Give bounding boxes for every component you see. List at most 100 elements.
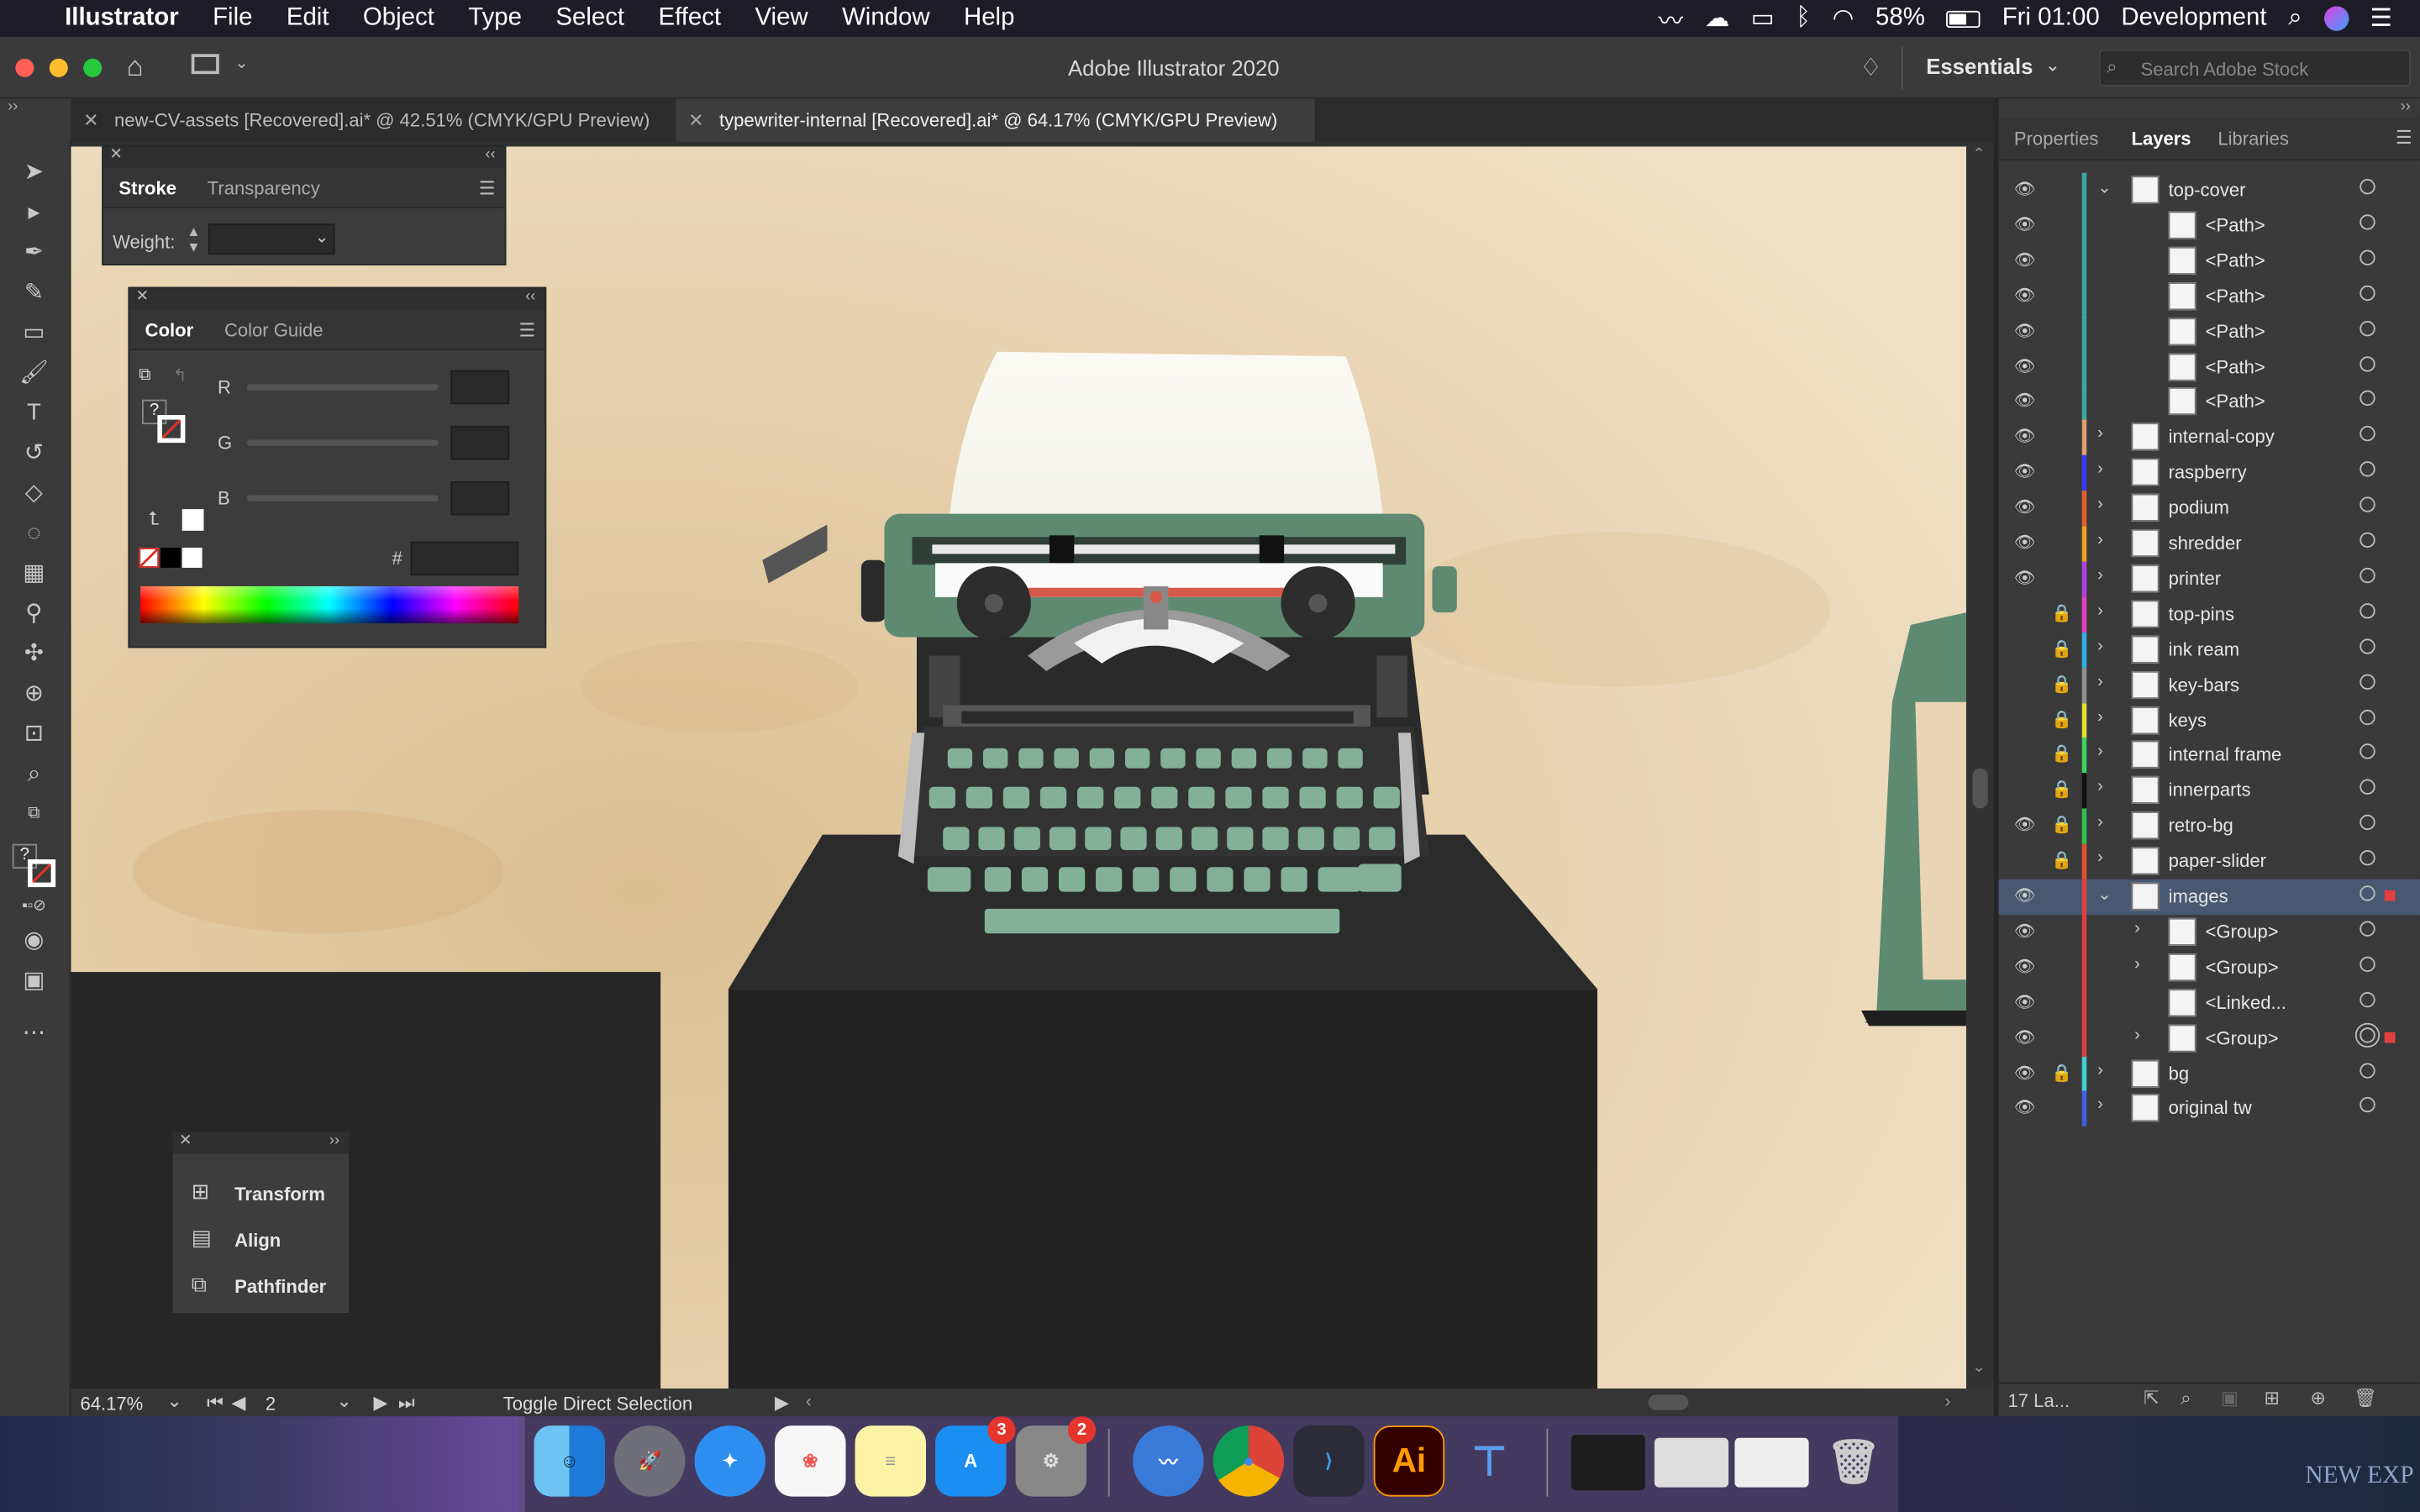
zoom-window-button[interactable] — [83, 58, 103, 77]
layer-row[interactable]: 🔒 › innerparts — [1999, 773, 2420, 809]
visibility-eye-icon[interactable]: 👁 — [2014, 815, 2039, 835]
visibility-eye-icon[interactable]: 👁 — [2014, 462, 2039, 481]
r-slider[interactable] — [246, 384, 439, 391]
menu-type[interactable]: Type — [468, 5, 522, 33]
vscode-icon[interactable]: ⟩ — [1293, 1425, 1365, 1497]
lock-icon[interactable]: 🔒 — [2051, 815, 2073, 835]
target-circle-icon[interactable] — [2360, 815, 2375, 831]
lock-icon[interactable]: 🔒 — [2051, 638, 2073, 659]
export-icon[interactable]: ⇱ — [2144, 1387, 2159, 1409]
sublayer-row[interactable]: 👁 <Linked... — [1999, 985, 2420, 1021]
target-circle-icon[interactable] — [2360, 391, 2375, 407]
close-window-button[interactable] — [15, 58, 34, 77]
visibility-eye-icon[interactable]: 👁 — [2014, 426, 2039, 446]
target-circle-icon[interactable] — [2360, 638, 2375, 654]
folder-stack-icon[interactable] — [1570, 1435, 1645, 1491]
paintbrush-tool-icon[interactable]: 🖌 — [15, 354, 52, 388]
artboard-number[interactable]: 2 — [266, 1394, 276, 1415]
chevron-right-icon[interactable]: › — [2097, 707, 2103, 726]
layer-row[interactable]: 👁 ⌄ top-cover — [1999, 172, 2420, 208]
visibility-eye-icon[interactable]: 👁 — [2014, 921, 2039, 941]
sublayer-row[interactable]: 👁 › <Group> — [1999, 950, 2420, 986]
close-tab-icon[interactable]: ✕ — [688, 109, 703, 131]
sublayer-row[interactable]: 👁 › <Group> — [1999, 914, 2420, 951]
target-circle-icon[interactable] — [2360, 355, 2375, 371]
tab-stroke[interactable]: Stroke — [103, 176, 192, 198]
next-artboard-icon[interactable]: ▶ — [373, 1392, 387, 1414]
sublayer-row[interactable]: 👁 <Path> — [1999, 313, 2420, 350]
sublayer-row[interactable]: 👁 › <Group> — [1999, 1021, 2420, 1057]
photos-icon[interactable]: ❀ — [775, 1425, 846, 1497]
mustache-icon[interactable]: 〰 — [1659, 0, 1683, 37]
profile-name[interactable]: Development — [2121, 5, 2266, 33]
visibility-eye-icon[interactable]: 👁 — [2014, 1098, 2039, 1117]
menu-help[interactable]: Help — [964, 5, 1014, 33]
puppet-warp-tool-icon[interactable]: ✣ — [15, 636, 52, 669]
white-swatch[interactable] — [182, 548, 203, 568]
visibility-eye-icon[interactable]: 👁 — [2014, 568, 2039, 588]
scroll-left-icon[interactable]: ‹ — [806, 1390, 812, 1412]
visibility-eye-icon[interactable]: 👁 — [2014, 179, 2039, 199]
chevron-right-icon[interactable]: › — [2097, 566, 2103, 585]
target-circle-icon[interactable] — [2360, 249, 2375, 265]
lightbulb-icon[interactable]: ♢ — [1860, 52, 1881, 83]
visibility-eye-icon[interactable]: 👁 — [2014, 1063, 2039, 1082]
safari-icon[interactable]: ✦ — [694, 1425, 766, 1497]
close-tab-icon[interactable]: ✕ — [83, 109, 98, 131]
menu-effect[interactable]: Effect — [658, 5, 721, 33]
keynote-icon[interactable]: ⊤ — [1454, 1425, 1524, 1496]
chevron-down-icon[interactable]: ⌄ — [2097, 177, 2112, 197]
menu-app-name[interactable]: Illustrator — [65, 5, 179, 33]
panel-menu-icon[interactable]: ☰ — [479, 176, 496, 198]
sublayer-row[interactable]: 👁 <Path> — [1999, 385, 2420, 421]
siri-icon[interactable] — [2323, 6, 2349, 31]
wifi-icon[interactable]: ◠ — [1833, 3, 1854, 34]
chevron-right-icon[interactable]: › — [2097, 1096, 2103, 1115]
chevron-right-icon[interactable]: › — [2097, 460, 2103, 479]
visibility-eye-icon[interactable]: 👁 — [2014, 497, 2039, 517]
stock-search-field[interactable]: ⌕ Search Adobe Stock — [2098, 49, 2411, 87]
chevron-right-icon[interactable]: › — [2097, 1061, 2103, 1079]
expand-panel-icon[interactable]: ›› — [329, 1132, 339, 1149]
eyedropper-tool-icon[interactable]: ⚲ — [15, 596, 52, 629]
layer-row[interactable]: 👁 🔒 › bg — [1999, 1056, 2420, 1092]
layer-row[interactable]: 👁 › printer — [1999, 561, 2420, 597]
chevron-right-icon[interactable]: › — [2097, 425, 2103, 444]
shape-builder-tool-icon[interactable]: ⊕ — [15, 675, 52, 709]
layer-row[interactable]: 👁 ⌄ images — [1998, 879, 2420, 916]
close-panel-icon[interactable]: ✕ — [109, 146, 122, 163]
chevron-right-icon[interactable]: › — [2134, 955, 2140, 974]
target-circle-icon[interactable] — [2360, 532, 2375, 549]
workspace-switcher[interactable]: Essentials — [1926, 54, 2033, 78]
lock-icon[interactable]: 🔒 — [2051, 674, 2073, 694]
selection-indicator[interactable] — [2384, 1032, 2396, 1042]
first-artboard-icon[interactable]: ⏮ — [207, 1392, 224, 1415]
scroll-up-icon[interactable]: ⌃ — [1972, 146, 1985, 163]
target-circle-icon[interactable] — [2360, 921, 2375, 937]
target-circle-icon[interactable] — [2360, 956, 2375, 972]
b-slider[interactable] — [246, 495, 439, 501]
menu-object[interactable]: Object — [363, 5, 434, 33]
minimize-window-button[interactable] — [49, 58, 68, 77]
visibility-eye-icon[interactable]: 👁 — [2014, 956, 2039, 976]
chevron-right-icon[interactable]: › — [2097, 743, 2103, 761]
weight-stepper[interactable]: ▲ ▼ — [187, 223, 200, 255]
sublayer-row[interactable]: 👁 <Path> — [1999, 207, 2420, 244]
new-sublayer-icon[interactable]: ⊞ — [2264, 1387, 2279, 1409]
tab-properties[interactable]: Properties — [2014, 128, 2098, 150]
last-artboard-icon[interactable]: ⏭ — [398, 1392, 415, 1415]
default-colors-icon[interactable]: ⧉ — [139, 365, 150, 386]
draw-mode-icon[interactable]: ◉ — [15, 922, 52, 956]
scroll-right-icon[interactable]: › — [1944, 1390, 1950, 1412]
color-mode-icons[interactable]: ▪▫⊘ — [15, 889, 52, 922]
layer-row[interactable]: 🔒 › top-pins — [1999, 596, 2420, 633]
chevron-right-icon[interactable]: › — [2097, 672, 2103, 690]
chevron-right-icon[interactable]: › — [2097, 496, 2103, 514]
layer-row[interactable]: 🔒 › key-bars — [1999, 667, 2420, 703]
previous-artboard-icon[interactable]: ◀ — [232, 1392, 246, 1414]
curvature-tool-icon[interactable]: ✎ — [15, 275, 52, 308]
panel-menu-icon[interactable]: ☰ — [2396, 127, 2412, 149]
sublayer-row[interactable]: 👁 <Path> — [1999, 278, 2420, 315]
trash-icon[interactable]: 🗑 — [1818, 1425, 1889, 1496]
make-clipping-mask-icon[interactable]: ▣ — [2221, 1387, 2238, 1409]
